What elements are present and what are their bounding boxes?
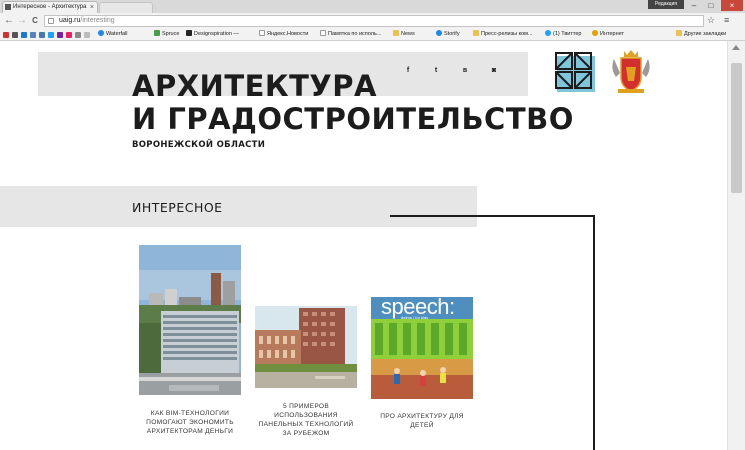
bookmark-news[interactable]: News: [393, 29, 415, 40]
thumbnail-overlay-subtitle: detms / for kids: [401, 315, 429, 320]
bookmark-icon[interactable]: [84, 32, 90, 38]
tab-strip: Интересное - Архитектура × Редакция – □ …: [0, 0, 745, 13]
bookmark-pamyatka[interactable]: Памятка по исполь...: [320, 29, 381, 40]
page-scrollbar[interactable]: [727, 41, 745, 450]
bookmark-icon[interactable]: [30, 32, 36, 38]
coat-of-arms-emblem: [612, 50, 650, 93]
bookmark-icon[interactable]: [75, 32, 81, 38]
back-icon[interactable]: ←: [3, 14, 15, 28]
article-thumbnail[interactable]: [255, 306, 357, 388]
bookmark-other[interactable]: Другие закладки: [676, 29, 726, 40]
bookmark-icon[interactable]: [48, 32, 54, 38]
browser-toolbar: ← → C uaig.ru/interesting ☆ ≡: [0, 13, 745, 29]
article-title[interactable]: КАК BIM-ТЕХНОЛОГИИ ПОМОГАЮТ ЭКОНОМИТЬ АР…: [139, 409, 241, 436]
twitter-icon: [545, 30, 551, 36]
page-icon: [259, 30, 265, 36]
spruce-icon: [154, 30, 160, 36]
bookmark-icon[interactable]: [57, 32, 63, 38]
bookmark-spruce[interactable]: Spruce: [154, 29, 179, 40]
maximize-icon[interactable]: □: [703, 0, 719, 11]
bookmark-storify[interactable]: Storify: [436, 29, 460, 40]
folder-icon: [676, 30, 682, 36]
url-host: uaig.ru: [59, 17, 81, 24]
close-window-icon[interactable]: ×: [721, 0, 743, 11]
menu-icon[interactable]: ≡: [724, 15, 729, 25]
site-title-line-1: АРХИТЕКТУРА: [132, 69, 377, 103]
storify-icon: [436, 30, 442, 36]
bookmark-star-icon[interactable]: ☆: [707, 15, 715, 26]
bookmark-yandex-news[interactable]: Яндекс.Новости: [259, 29, 308, 40]
article-thumbnail[interactable]: speech: detms / for kids: [371, 297, 473, 399]
bookmark-icon[interactable]: [12, 32, 18, 38]
decorative-frame-top: [390, 215, 595, 217]
designspiration-icon: [186, 30, 192, 36]
address-bar[interactable]: uaig.ru/interesting: [44, 15, 704, 27]
bookmark-twitter[interactable]: (1) Твиттер: [545, 29, 581, 40]
new-tab-button[interactable]: [99, 2, 153, 13]
reload-icon[interactable]: C: [29, 14, 41, 28]
bookmarks-bar: Waterfall Spruce Designspiration — Яндек…: [0, 29, 745, 41]
site-logo[interactable]: [555, 52, 595, 92]
section-band: [0, 186, 477, 227]
bookmark-waterfall[interactable]: Waterfall: [98, 29, 128, 40]
bookmark-internet[interactable]: Интернет: [592, 29, 624, 40]
tab-title: Интересное - Архитектура: [13, 4, 87, 10]
twitter-icon[interactable]: t: [430, 67, 442, 74]
instagram-icon[interactable]: ◙: [488, 67, 500, 74]
favicon-icon: [5, 4, 11, 10]
folder-icon: [473, 30, 479, 36]
facebook-icon[interactable]: f: [402, 67, 414, 74]
tab-active[interactable]: Интересное - Архитектура ×: [2, 1, 98, 13]
folder-icon: [393, 30, 399, 36]
url-path: /interesting: [80, 17, 115, 24]
bookmark-icon[interactable]: [39, 32, 45, 38]
bookmark-icon[interactable]: [21, 32, 27, 38]
site-subtitle: ВОРОНЕЖСКОЙ ОБЛАСТИ: [132, 140, 266, 150]
page-info-icon[interactable]: [48, 18, 54, 24]
minimize-icon[interactable]: –: [686, 0, 702, 11]
profile-badge[interactable]: Редакция: [648, 0, 684, 9]
browser-window: Интересное - Архитектура × Редакция – □ …: [0, 0, 745, 450]
article-title[interactable]: ПРО АРХИТЕКТУРУ ДЛЯ ДЕТЕЙ: [371, 412, 473, 430]
internet-icon: [592, 30, 598, 36]
decorative-frame-right: [593, 215, 595, 450]
page-icon: [320, 30, 326, 36]
bookmark-designspiration[interactable]: Designspiration —: [186, 29, 239, 40]
bookmark-icon[interactable]: [66, 32, 72, 38]
scrollbar-thumb[interactable]: [731, 63, 742, 193]
tab-close-icon[interactable]: ×: [90, 2, 94, 13]
waterfall-icon: [98, 30, 104, 36]
article-title[interactable]: 5 ПРИМЕРОВ ИСПОЛЬЗОВАНИЯ ПАНЕЛЬНЫХ ТЕХНО…: [255, 402, 357, 438]
forward-icon[interactable]: →: [16, 14, 28, 28]
article-thumbnail[interactable]: [139, 245, 241, 395]
section-title: ИНТЕРЕСНОЕ: [132, 200, 223, 215]
bookmark-icon[interactable]: [3, 32, 9, 38]
page-content: АРХИТЕКТУРА И ГРАДОСТРОИТЕЛЬСТВО ВОРОНЕЖ…: [0, 41, 727, 450]
bookmark-press-releases[interactable]: Пресс-релизы ком...: [473, 29, 533, 40]
scroll-up-icon[interactable]: [732, 45, 740, 50]
site-title[interactable]: АРХИТЕКТУРА И ГРАДОСТРОИТЕЛЬСТВО: [132, 70, 574, 136]
site-title-line-2: И ГРАДОСТРОИТЕЛЬСТВО: [132, 102, 574, 136]
vk-icon[interactable]: в: [459, 67, 471, 74]
